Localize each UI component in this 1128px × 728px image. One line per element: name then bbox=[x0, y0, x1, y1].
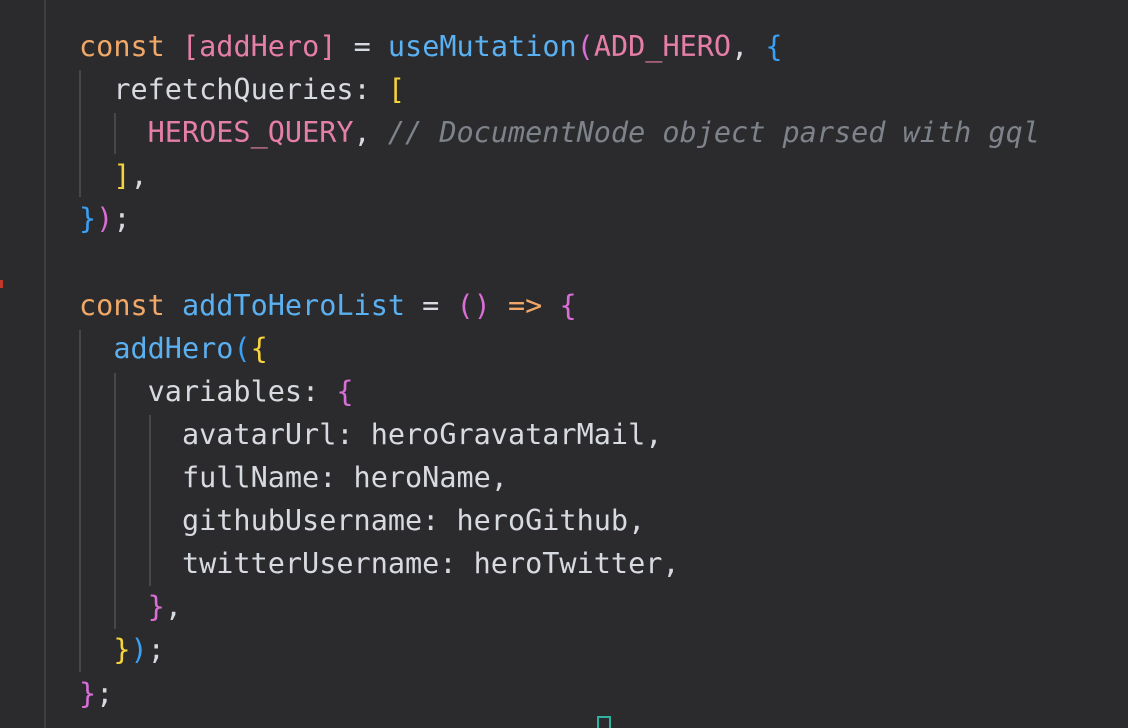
code-token: = bbox=[336, 30, 388, 63]
code-token: } bbox=[147, 590, 165, 624]
code-line[interactable]: githubUsername: heroGithub, bbox=[79, 499, 645, 542]
code-line[interactable]: addHero({ bbox=[79, 327, 268, 370]
code-token: , bbox=[731, 30, 766, 63]
code-editor[interactable]: const [addHero] = useMutation(ADD_HERO, … bbox=[0, 0, 1128, 728]
code-token: { bbox=[250, 331, 268, 365]
code-line[interactable]: const addToHeroList = () => { bbox=[79, 284, 577, 327]
code-token: , bbox=[353, 116, 388, 150]
code-token: { bbox=[765, 30, 783, 63]
code-line[interactable]: fullName: heroName, bbox=[79, 456, 508, 499]
code-token: ; bbox=[147, 633, 165, 667]
code-token: const bbox=[79, 30, 182, 63]
code-token: HEROES_QUERY bbox=[147, 116, 354, 150]
code-token: fullName: heroName, bbox=[79, 461, 508, 494]
code-line[interactable]: }); bbox=[79, 628, 165, 671]
code-token: ( bbox=[576, 30, 594, 63]
code-line[interactable]: const [addHero] = useMutation(ADD_HERO, … bbox=[79, 25, 783, 68]
code-token: ) bbox=[130, 633, 148, 667]
code-token: } bbox=[79, 202, 97, 236]
bracket-match-marker bbox=[597, 716, 611, 728]
code-token: = bbox=[405, 288, 457, 322]
code-token: [ bbox=[387, 73, 406, 107]
code-token: // DocumentNode object parsed with gql bbox=[387, 116, 1040, 150]
code-token: const bbox=[79, 288, 182, 322]
code-line[interactable]: refetchQueries: [ bbox=[79, 68, 405, 111]
code-token: ] bbox=[319, 30, 337, 63]
code-token: ) bbox=[96, 202, 114, 236]
gutter-divider bbox=[44, 0, 46, 728]
code-token: => bbox=[490, 288, 560, 322]
code-line[interactable]: HEROES_QUERY, // DocumentNode object par… bbox=[79, 111, 1040, 154]
code-token: , bbox=[164, 590, 182, 624]
code-token: , bbox=[130, 159, 148, 193]
code-token: ] bbox=[113, 159, 131, 193]
code-token: avatarUrl: heroGravatarMail, bbox=[79, 417, 663, 451]
code-token: () bbox=[456, 288, 491, 322]
code-token: githubUsername: heroGithub, bbox=[79, 504, 646, 538]
code-line[interactable]: variables: { bbox=[79, 370, 354, 413]
code-token: { bbox=[336, 374, 354, 408]
code-token: variables: bbox=[79, 374, 337, 408]
code-token: addHero bbox=[199, 30, 320, 63]
code-line[interactable]: }); bbox=[79, 197, 131, 240]
code-token: useMutation bbox=[387, 30, 577, 63]
change-marker bbox=[0, 280, 3, 288]
code-token: twitterUsername: heroTwitter, bbox=[79, 547, 680, 581]
code-token: addHero bbox=[113, 331, 234, 365]
code-token: ( bbox=[233, 331, 251, 365]
code-line[interactable]: ], bbox=[79, 154, 148, 197]
code-token: addToHeroList bbox=[181, 288, 406, 322]
code-line[interactable]: avatarUrl: heroGravatarMail, bbox=[79, 413, 662, 456]
code-line[interactable]: }; bbox=[79, 672, 113, 715]
code-token: } bbox=[113, 633, 131, 667]
code-token: } bbox=[79, 676, 97, 710]
code-token: ADD_HERO bbox=[593, 30, 732, 63]
code-token: refetchQueries: bbox=[79, 73, 388, 107]
code-token: [ bbox=[181, 30, 200, 63]
code-token: { bbox=[559, 288, 577, 322]
code-line[interactable]: }, bbox=[79, 585, 182, 628]
code-token: ; bbox=[96, 676, 114, 710]
code-line[interactable]: twitterUsername: heroTwitter, bbox=[79, 542, 680, 585]
code-token: ; bbox=[113, 202, 131, 236]
